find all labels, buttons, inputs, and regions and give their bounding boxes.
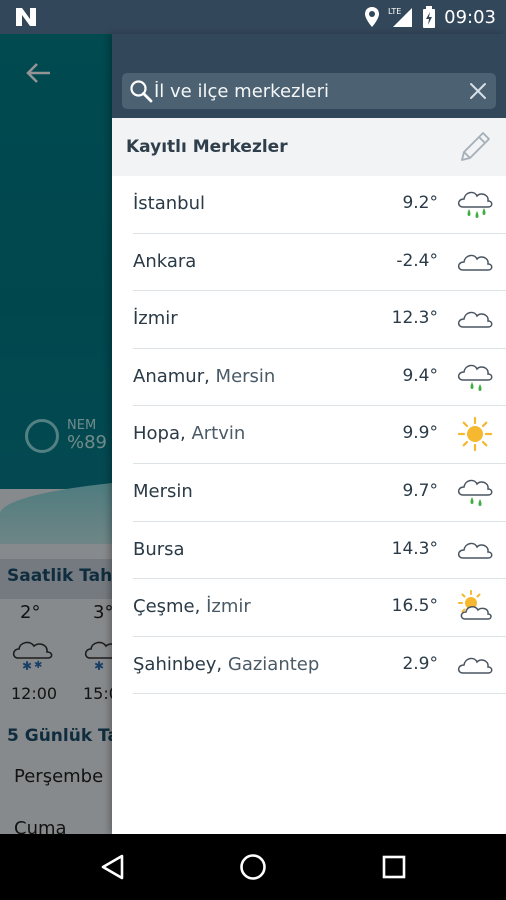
- locations-drawer: Kayıtlı Merkezler İstanbul 9.2° Ankara -…: [112, 34, 506, 834]
- city-name: İzmir: [133, 308, 178, 330]
- city-name: İstanbul: [133, 193, 206, 214]
- city-temperature: 12.3°: [391, 308, 438, 329]
- city-name: Anamur, Mersin: [133, 365, 276, 387]
- search-input[interactable]: [154, 73, 464, 109]
- search-icon: [130, 80, 153, 103]
- recents-square-icon[interactable]: [379, 852, 409, 882]
- city-row-ankara[interactable]: Ankara -2.4°: [133, 234, 506, 292]
- battery-icon: [423, 6, 436, 28]
- back-triangle-icon[interactable]: [98, 852, 128, 882]
- city-name: Mersin: [133, 480, 193, 502]
- city-temperature: 14.3°: [391, 538, 438, 559]
- city-row-sahinbey[interactable]: Şahinbey, Gaziantep 2.9°: [133, 637, 506, 695]
- city-row-mersin[interactable]: Mersin 9.7°: [133, 464, 506, 522]
- city-name: Hopa, Artvin: [133, 423, 246, 445]
- city-row-hopa[interactable]: Hopa, Artvin 9.9°: [133, 406, 506, 464]
- search-box[interactable]: [122, 73, 496, 109]
- city-temperature: 2.9°: [402, 653, 438, 674]
- saved-locations-header: Kayıtlı Merkezler: [112, 118, 506, 176]
- city-name: Ankara: [133, 250, 197, 272]
- close-icon[interactable]: [468, 81, 488, 101]
- status-bar: LTE 09:03: [0, 0, 506, 34]
- partly-sunny-icon: [458, 590, 492, 620]
- drawer-header: [112, 34, 506, 118]
- cloud-icon: [457, 657, 493, 674]
- cloud-icon: [457, 254, 493, 271]
- clock: 09:03: [444, 6, 496, 28]
- city-temperature: 9.7°: [402, 480, 438, 501]
- city-list: İstanbul 9.2° Ankara -2.4° İzmir 12.3° A…: [112, 176, 506, 695]
- cloud-icon: [457, 311, 493, 328]
- city-name: Bursa: [133, 538, 185, 560]
- rain-cloud-icon: [457, 479, 493, 506]
- city-temperature: 9.2°: [402, 193, 438, 213]
- city-temperature: -2.4°: [396, 250, 438, 271]
- city-temperature: 9.4°: [402, 365, 438, 386]
- city-row-bursa[interactable]: Bursa 14.3°: [133, 522, 506, 580]
- city-row-cesme[interactable]: Çeşme, İzmir 16.5°: [133, 579, 506, 637]
- sun-icon: [457, 417, 493, 452]
- location-icon: [365, 7, 380, 27]
- cloud-icon: [457, 542, 493, 559]
- rain-cloud-icon: [457, 191, 493, 218]
- pencil-icon[interactable]: [456, 128, 494, 166]
- city-name: Şahinbey, Gaziantep: [133, 653, 320, 675]
- signal-icon: LTE: [388, 7, 413, 27]
- city-temperature: 16.5°: [391, 596, 438, 617]
- city-row-izmir[interactable]: İzmir 12.3°: [133, 291, 506, 349]
- city-row-istanbul[interactable]: İstanbul 9.2°: [133, 176, 506, 234]
- city-name: Çeşme, İzmir: [133, 596, 251, 618]
- rain-cloud-icon: [457, 364, 493, 391]
- city-row-anamur[interactable]: Anamur, Mersin 9.4°: [133, 349, 506, 407]
- home-circle-icon[interactable]: [238, 852, 268, 882]
- notification-n-icon: [16, 8, 36, 26]
- saved-locations-title: Kayıtlı Merkezler: [126, 137, 288, 157]
- city-temperature: 9.9°: [402, 423, 438, 444]
- navigation-bar: [0, 834, 506, 900]
- network-label: LTE: [388, 7, 401, 16]
